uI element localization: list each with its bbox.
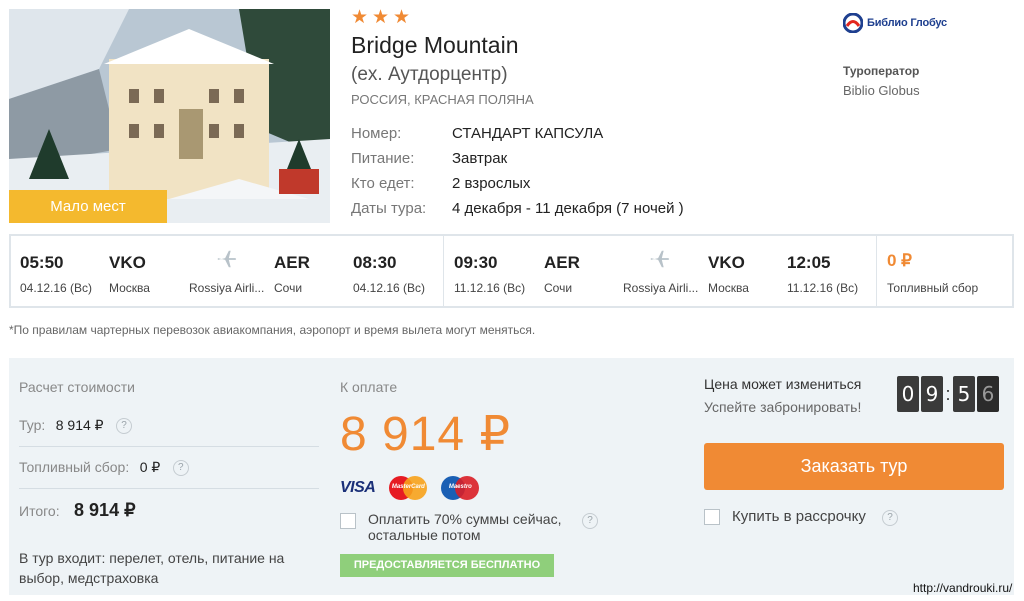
timer-digit: 5 <box>953 376 975 412</box>
timer-digit: 6 <box>977 376 999 412</box>
detail-label: Даты тура: <box>351 200 427 217</box>
flight-inbound: 09:30 11.12.16 (Вс) AER Сочи Rossiya Air… <box>444 236 877 306</box>
calc-value: 0 ₽ <box>139 459 161 475</box>
timer-digit: 0 <box>897 376 919 412</box>
partial-pay-line2: остальные потом <box>368 527 481 543</box>
order-tour-button[interactable]: Заказать тур <box>704 443 1004 490</box>
help-icon[interactable]: ? <box>116 417 133 434</box>
departure-time: 09:30 <box>454 253 498 272</box>
globe-icon <box>843 13 863 33</box>
help-icon[interactable]: ? <box>172 459 189 476</box>
airline-name: Rossiya Airli... <box>189 281 265 295</box>
charter-note: *По правилам чартерных перевозок авиаком… <box>9 323 536 337</box>
hotel-stars: ★ ★ ★ <box>351 7 411 28</box>
fuel-charge-value: 0 ₽ <box>887 251 912 270</box>
hotel-photo[interactable]: Мало мест <box>9 9 330 223</box>
partial-pay-checkbox[interactable] <box>340 513 356 529</box>
mastercard-logo: MasterCard <box>389 476 428 500</box>
detail-row-dates: Даты тура: 4 декабря - 11 декабря (7 ноч… <box>351 199 684 224</box>
arrival-date: 11.12.16 (Вс) <box>787 281 859 295</box>
calc-total-value: 8 914 ₽ <box>74 500 136 520</box>
departure-date: 11.12.16 (Вс) <box>454 281 526 295</box>
detail-label: Кто едет: <box>351 175 415 192</box>
detail-label: Номер: <box>351 125 402 142</box>
calc-row-total: Итого: 8 914 ₽ <box>19 489 319 529</box>
flight-outbound: 05:50 04.12.16 (Вс) VKO Москва Rossiya A… <box>11 236 444 306</box>
arrival-city: Сочи <box>274 281 303 295</box>
visa-logo: VISA <box>340 479 376 496</box>
countdown-timer: 0 9 : 5 6 <box>897 376 999 412</box>
installment-checkbox[interactable] <box>704 509 720 525</box>
price-warning: Цена может измениться <box>704 376 862 392</box>
plane-icon <box>217 250 237 268</box>
departure-airport-code: AER <box>544 253 580 272</box>
hotel-name[interactable]: Bridge Mountain <box>351 32 519 59</box>
calc-row-fuel: Топливный сбор: 0 ₽ ? <box>19 447 319 489</box>
departure-airport-code: VKO <box>109 253 146 272</box>
airline-name: Rossiya Airli... <box>623 281 699 295</box>
operator-name: Biblio Globus <box>843 83 920 98</box>
star-icon: ★ <box>372 7 390 28</box>
flights-panel: 05:50 04.12.16 (Вс) VKO Москва Rossiya A… <box>9 234 1014 308</box>
arrival-airport-code: AER <box>274 253 310 272</box>
detail-row-room: Номер: СТАНДАРТ КАПСУЛА <box>351 124 684 149</box>
installment-label[interactable]: Купить в рассрочку <box>732 508 866 525</box>
hotel-location: РОССИЯ, КРАСНАЯ ПОЛЯНА <box>351 92 534 107</box>
detail-value: СТАНДАРТ КАПСУЛА <box>452 125 604 142</box>
fuel-charge: 0 ₽ Топливный сбор <box>877 236 1012 306</box>
detail-value: 2 взрослых <box>452 175 531 192</box>
maestro-text: Maestro <box>448 484 472 490</box>
tour-includes: В тур входит: перелет, отель, питание на… <box>19 550 285 586</box>
payment-cards: VISA MasterCard Maestro <box>340 476 480 500</box>
watermark-url: http://vandrouki.ru/ <box>913 581 1013 595</box>
maestro-logo: Maestro <box>441 476 480 500</box>
few-places-badge: Мало мест <box>9 190 167 223</box>
partial-pay-line1: Оплатить 70% суммы сейчас, <box>368 511 562 527</box>
help-icon[interactable]: ? <box>582 513 598 529</box>
pay-title: К оплате <box>340 379 398 395</box>
pay-amount: 8 914 ₽ <box>340 408 511 461</box>
calc-label: Итого: <box>19 503 60 519</box>
calc-value: 8 914 ₽ <box>55 417 104 433</box>
calc-label: Тур: <box>19 417 46 433</box>
payment-panel: Расчет стоимости Тур: 8 914 ₽ ? Топливны… <box>9 358 1014 595</box>
operator-logo-text: Библио Глобус <box>867 17 947 29</box>
timer-colon: : <box>945 383 951 404</box>
hotel-alt-name: (ex. Аутдорцентр) <box>351 64 508 85</box>
detail-row-meal: Питание: Завтрак <box>351 149 684 174</box>
departure-time: 05:50 <box>20 253 64 272</box>
departure-city: Москва <box>109 281 150 295</box>
operator-label: Туроператор <box>843 64 920 78</box>
star-icon: ★ <box>351 7 369 28</box>
detail-value: Завтрак <box>452 150 508 167</box>
calc-row-tour: Тур: 8 914 ₽ ? <box>19 405 319 447</box>
arrival-time: 12:05 <box>787 253 831 272</box>
calc-title: Расчет стоимости <box>19 379 135 395</box>
operator-logo: Библио Глобус <box>843 13 947 33</box>
plane-icon <box>650 250 670 268</box>
mastercard-text: MasterCard <box>391 484 425 490</box>
departure-date: 04.12.16 (Вс) <box>20 281 93 295</box>
detail-value: 4 декабря - 11 декабря (7 ночей ) <box>452 200 684 217</box>
partial-pay-label[interactable]: Оплатить 70% суммы сейчас, остальные пот… <box>368 511 561 543</box>
arrival-airport-code: VKO <box>708 253 745 272</box>
arrival-date: 04.12.16 (Вс) <box>353 281 426 295</box>
price-hint: Успейте забронировать! <box>704 399 862 415</box>
star-icon: ★ <box>393 7 411 28</box>
detail-label: Питание: <box>351 150 415 167</box>
fuel-charge-label: Топливный сбор <box>887 281 979 295</box>
calc-label: Топливный сбор: <box>19 459 130 475</box>
timer-digit: 9 <box>921 376 943 412</box>
tour-details: Номер: СТАНДАРТ КАПСУЛА Питание: Завтрак… <box>351 124 684 224</box>
departure-city: Сочи <box>544 281 573 295</box>
arrival-time: 08:30 <box>353 253 397 272</box>
free-badge: ПРЕДОСТАВЛЯЕТСЯ БЕСПЛАТНО <box>340 554 554 577</box>
detail-row-travelers: Кто едет: 2 взрослых <box>351 174 684 199</box>
help-icon[interactable]: ? <box>882 510 898 526</box>
arrival-city: Москва <box>708 281 749 295</box>
